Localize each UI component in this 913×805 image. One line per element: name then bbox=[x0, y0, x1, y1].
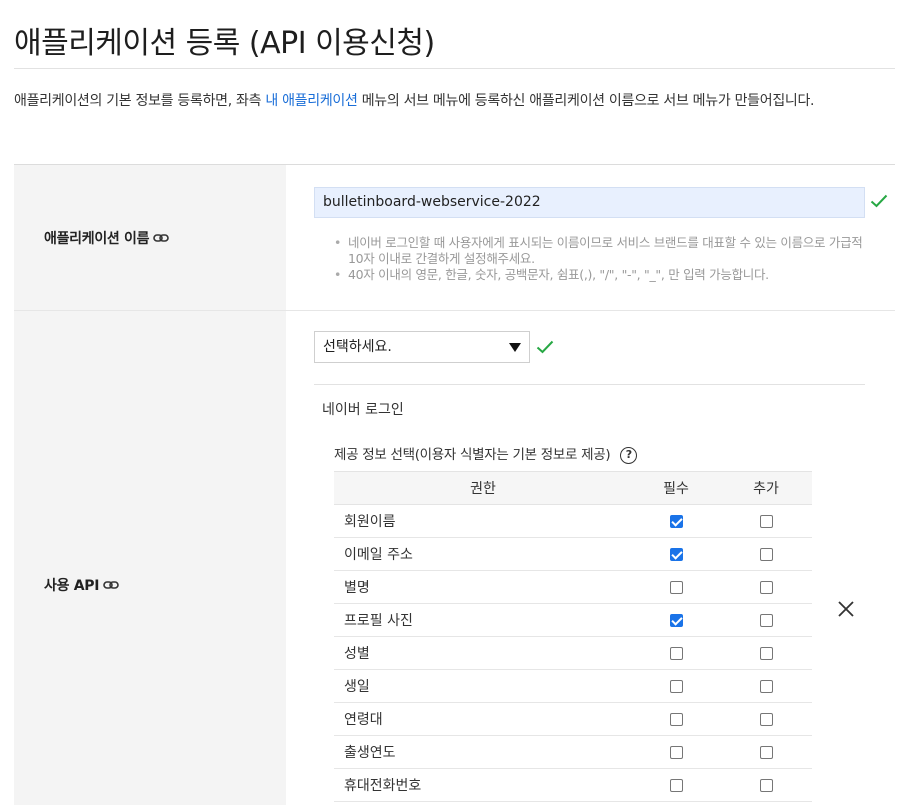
api-label-cell: 사용 API bbox=[14, 311, 286, 805]
additional-checkbox[interactable] bbox=[759, 547, 773, 561]
required-checkbox[interactable] bbox=[669, 712, 683, 726]
required-checkbox[interactable] bbox=[669, 580, 683, 594]
app-name-label: 애플리케이션 이름 bbox=[44, 228, 170, 248]
required-cell bbox=[632, 735, 720, 769]
additional-cell bbox=[720, 702, 812, 736]
table-row: 회원이름 bbox=[334, 504, 812, 538]
app-name-hints: 네이버 로그인할 때 사용자에게 표시되는 이름이므로 서비스 브랜드를 대표할… bbox=[334, 235, 874, 283]
required-cell bbox=[632, 570, 720, 604]
table-row: 이메일 주소 bbox=[334, 537, 812, 571]
intro-text-end: 메뉴의 서브 메뉴에 등록하신 애플리케이션 이름으로 서브 메뉴가 만들어집니… bbox=[357, 93, 815, 109]
api-row: 사용 API 선택하세요. 네이버 로그인 제공 정보 선택(이용자 식별자는 … bbox=[14, 311, 895, 805]
table-row: 생일 bbox=[334, 669, 812, 703]
api-select[interactable]: 선택하세요. bbox=[314, 331, 530, 363]
required-checkbox[interactable] bbox=[669, 745, 683, 759]
question-circle-icon[interactable]: ? bbox=[620, 447, 638, 464]
app-name-label-cell: 애플리케이션 이름 bbox=[14, 165, 286, 310]
table-row: 연령대 bbox=[334, 702, 812, 736]
check-icon bbox=[870, 194, 888, 208]
required-cell bbox=[632, 768, 720, 802]
table-row: 성별 bbox=[334, 636, 812, 670]
triangle-down-icon bbox=[509, 343, 521, 352]
additional-cell bbox=[720, 537, 812, 571]
required-checkbox[interactable] bbox=[669, 514, 683, 528]
close-icon[interactable] bbox=[837, 600, 855, 618]
additional-checkbox[interactable] bbox=[759, 580, 773, 594]
required-checkbox[interactable] bbox=[669, 613, 683, 627]
hint-item: 40자 이내의 영문, 한글, 숫자, 공백문자, 쉼표(,), "/", "-… bbox=[334, 267, 874, 283]
column-header-permission: 권한 bbox=[334, 471, 632, 505]
permission-name: 이메일 주소 bbox=[334, 537, 632, 571]
check-icon bbox=[536, 340, 554, 354]
additional-checkbox[interactable] bbox=[759, 613, 773, 627]
required-checkbox[interactable] bbox=[669, 547, 683, 561]
api-detail-panel: 네이버 로그인 제공 정보 선택(이용자 식별자는 기본 정보로 제공)? 권한… bbox=[314, 384, 865, 802]
my-applications-link[interactable]: 내 애플리케이션 bbox=[265, 93, 358, 109]
additional-cell bbox=[720, 735, 812, 769]
permission-name: 회원이름 bbox=[334, 504, 632, 538]
app-name-row: 애플리케이션 이름 bulletinboard-webservice-2022 … bbox=[14, 165, 895, 311]
link-icon[interactable] bbox=[103, 577, 119, 593]
page-title: 애플리케이션 등록 (API 이용신청) bbox=[14, 26, 435, 61]
scope-title-text: 제공 정보 선택(이용자 식별자는 기본 정보로 제공) bbox=[334, 447, 611, 463]
additional-checkbox[interactable] bbox=[759, 679, 773, 693]
additional-checkbox[interactable] bbox=[759, 745, 773, 759]
scope-title: 제공 정보 선택(이용자 식별자는 기본 정보로 제공)? bbox=[334, 443, 638, 464]
additional-cell bbox=[720, 570, 812, 604]
link-icon[interactable] bbox=[153, 230, 170, 246]
column-header-required: 필수 bbox=[632, 471, 720, 505]
table-row: 별명 bbox=[334, 570, 812, 604]
permission-name: 별명 bbox=[334, 570, 632, 604]
permission-name: 프로필 사진 bbox=[334, 603, 632, 637]
additional-cell bbox=[720, 636, 812, 670]
permission-name: 휴대전화번호 bbox=[334, 768, 632, 802]
scope-table: 권한 필수 추가 회원이름 이메일 주소 별명 프로필 사진 성별 생일 연령대 출생연도 휴대… bbox=[334, 471, 812, 802]
additional-checkbox[interactable] bbox=[759, 514, 773, 528]
registration-form: 애플리케이션 이름 bulletinboard-webservice-2022 … bbox=[14, 164, 895, 805]
api-select-value: 선택하세요. bbox=[323, 339, 392, 355]
additional-checkbox[interactable] bbox=[759, 778, 773, 792]
table-row: 프로필 사진 bbox=[334, 603, 812, 637]
additional-cell bbox=[720, 669, 812, 703]
required-cell bbox=[632, 702, 720, 736]
api-label-text: 사용 API bbox=[44, 578, 100, 594]
additional-cell bbox=[720, 603, 812, 637]
required-cell bbox=[632, 669, 720, 703]
required-checkbox[interactable] bbox=[669, 646, 683, 660]
permission-name: 생일 bbox=[334, 669, 632, 703]
table-header-row: 권한 필수 추가 bbox=[334, 471, 812, 505]
intro-text-start: 애플리케이션의 기본 정보를 등록하면, 좌측 bbox=[14, 93, 266, 109]
permission-name: 연령대 bbox=[334, 702, 632, 736]
app-name-input[interactable]: bulletinboard-webservice-2022 bbox=[314, 187, 865, 218]
column-header-additional: 추가 bbox=[720, 471, 812, 505]
required-cell bbox=[632, 504, 720, 538]
permission-name: 출생연도 bbox=[334, 735, 632, 769]
title-divider bbox=[14, 68, 895, 69]
additional-cell bbox=[720, 768, 812, 802]
hint-item: 네이버 로그인할 때 사용자에게 표시되는 이름이므로 서비스 브랜드를 대표할… bbox=[334, 235, 874, 267]
selected-api-name: 네이버 로그인 bbox=[322, 402, 404, 418]
required-cell bbox=[632, 636, 720, 670]
additional-cell bbox=[720, 504, 812, 538]
api-label: 사용 API bbox=[44, 575, 119, 595]
additional-checkbox[interactable] bbox=[759, 646, 773, 660]
table-row: 출생연도 bbox=[334, 735, 812, 769]
intro-text: 애플리케이션의 기본 정보를 등록하면, 좌측 내 애플리케이션 메뉴의 서브 … bbox=[14, 88, 899, 115]
table-row: 휴대전화번호 bbox=[334, 768, 812, 802]
required-cell bbox=[632, 537, 720, 571]
required-cell bbox=[632, 603, 720, 637]
required-checkbox[interactable] bbox=[669, 679, 683, 693]
app-name-label-text: 애플리케이션 이름 bbox=[44, 231, 150, 247]
additional-checkbox[interactable] bbox=[759, 712, 773, 726]
required-checkbox[interactable] bbox=[669, 778, 683, 792]
permission-name: 성별 bbox=[334, 636, 632, 670]
